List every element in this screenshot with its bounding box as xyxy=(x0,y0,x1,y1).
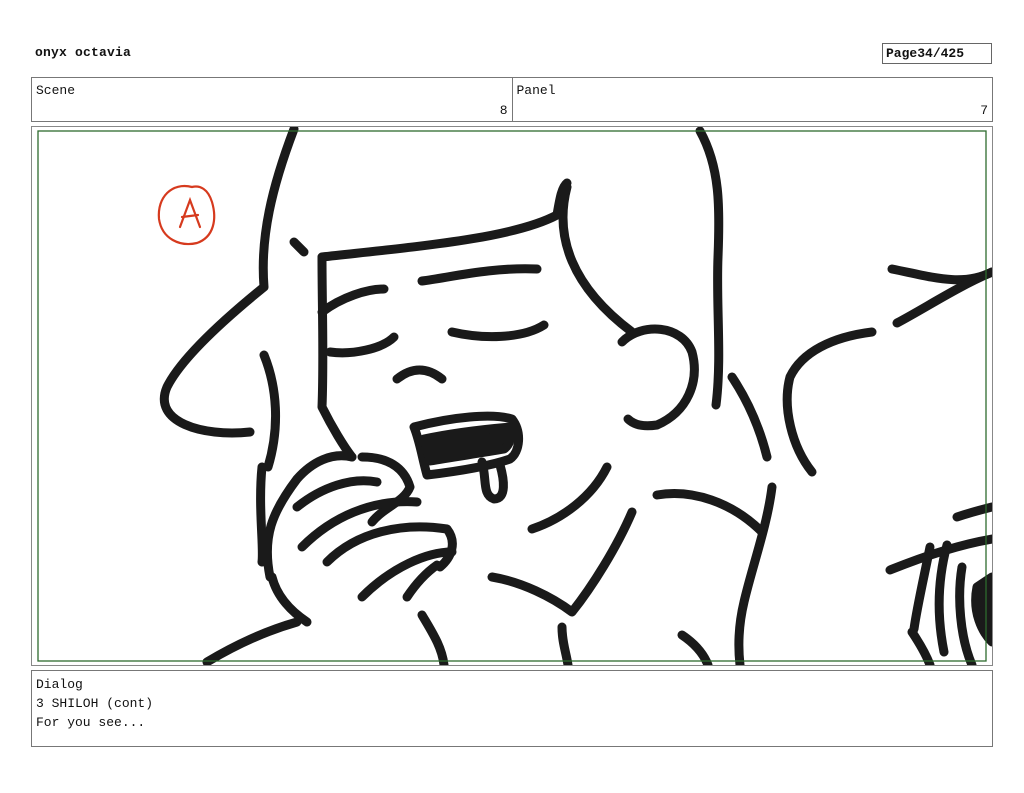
dialog-character: 3 SHILOH (cont) xyxy=(36,696,154,711)
panel-number: 7 xyxy=(980,103,988,118)
page-number: 34/425 xyxy=(917,46,965,61)
chin-line xyxy=(487,507,637,617)
dialog-box: Dialog 3 SHILOH (cont) For you see... xyxy=(31,670,993,747)
background-figure-finger-d xyxy=(907,627,935,665)
scene-panel-info: Scene 8 Panel 7 xyxy=(31,77,993,122)
bangs-line xyxy=(317,178,572,262)
eyebrow-right xyxy=(417,264,542,286)
panel-drawing xyxy=(37,127,992,665)
panel-label: Panel xyxy=(516,83,556,98)
nose xyxy=(392,365,447,384)
hand-bottom xyxy=(267,572,312,627)
annotation-a-icon xyxy=(157,184,216,246)
collar-line xyxy=(557,622,573,665)
finger-three xyxy=(322,522,457,572)
hair-strand-lower xyxy=(256,462,267,567)
panel-cell: Panel 7 xyxy=(511,78,993,121)
jaw-line xyxy=(527,462,612,534)
hair-right-strand xyxy=(558,182,637,337)
page-indicator: Page 34/425 xyxy=(882,43,992,64)
scene-label: Scene xyxy=(36,83,76,98)
finger-top xyxy=(357,452,415,527)
storyboard-panel xyxy=(31,126,993,666)
page-label: Page xyxy=(886,46,918,61)
background-figure-finger-b xyxy=(934,540,952,657)
eye-right xyxy=(447,320,549,342)
hair-tick xyxy=(289,237,309,257)
eyebrow-left xyxy=(317,284,389,317)
background-figure-head xyxy=(782,327,877,477)
document-title: onyx octavia xyxy=(35,45,132,60)
finger-one xyxy=(292,476,382,512)
scene-cell: Scene 8 xyxy=(32,78,512,121)
mouth-inside xyxy=(419,422,516,466)
knuckle xyxy=(402,560,442,602)
background-figure-line xyxy=(952,502,992,522)
eye-left xyxy=(325,332,399,358)
sleeve-line-right xyxy=(417,610,449,665)
neck-line xyxy=(652,489,767,537)
scene-number: 8 xyxy=(499,103,508,118)
ear xyxy=(617,324,699,431)
hair-back xyxy=(727,372,772,462)
hair-right-outline xyxy=(695,127,724,410)
dialog-label: Dialog xyxy=(36,677,83,692)
dialog-line: For you see... xyxy=(36,715,146,730)
background-figure-finger-c xyxy=(955,562,977,665)
sleeve-line xyxy=(202,617,302,665)
character-sketch xyxy=(160,127,992,665)
hair-strand xyxy=(259,350,281,472)
background-figure-shadow xyxy=(971,572,992,647)
